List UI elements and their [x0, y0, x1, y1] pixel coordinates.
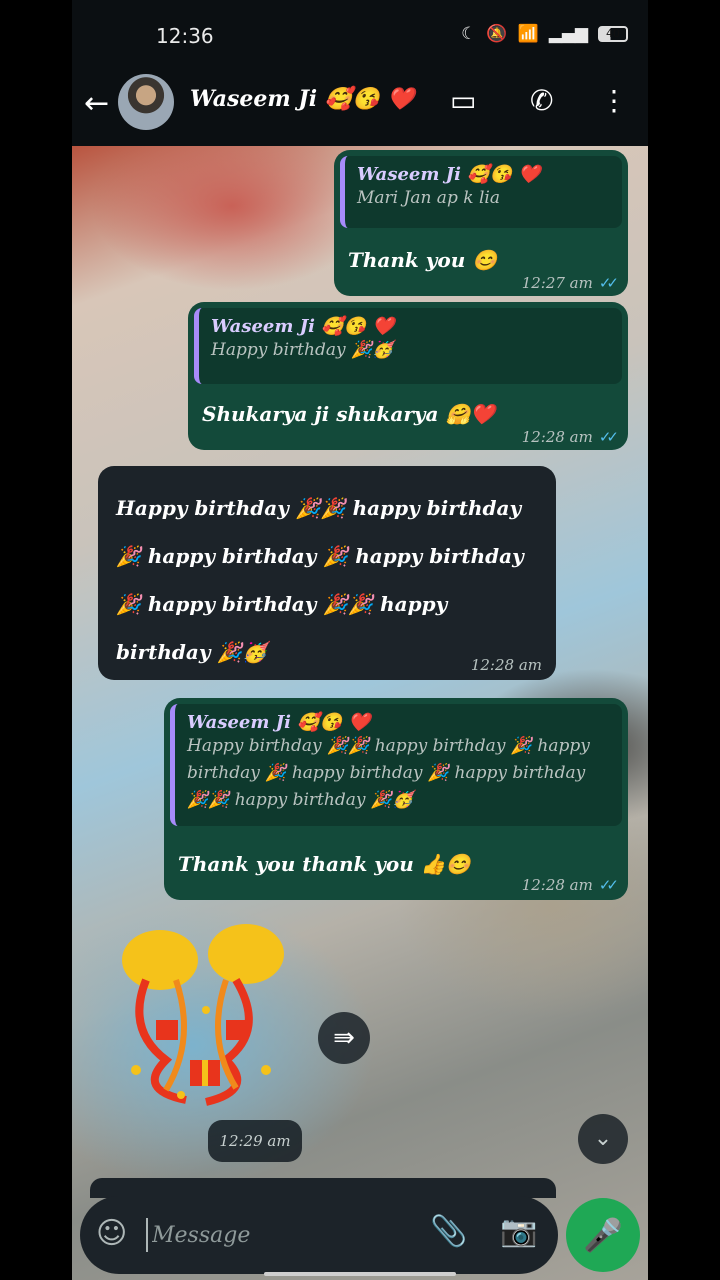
contact-name[interactable]: Waseem Ji 🥰😘 ❤️: [190, 86, 415, 112]
message-line: birthday 🎉🥳: [116, 640, 268, 664]
party-popper-sticker[interactable]: [106, 920, 296, 1110]
partial-incoming-message[interactable]: [90, 1178, 556, 1198]
message-time: 12:28 am: [521, 876, 593, 894]
message-text: Happy birthday 🎉🎉 happy birthday 🎉 happy…: [116, 484, 524, 676]
video-call-icon[interactable]: ▭: [450, 84, 476, 117]
message-time: 12:28 am: [470, 656, 542, 674]
read-ticks-icon: ✓✓: [598, 876, 619, 894]
quoted-line: 🎉🎉 happy birthday 🎉🥳: [187, 790, 414, 810]
quoted-line: Happy birthday 🎉🎉 happy birthday 🎉 happy: [187, 736, 590, 756]
status-time: 12:36: [156, 24, 214, 48]
voice-record-button[interactable]: 🎤: [566, 1198, 640, 1272]
camera-icon[interactable]: 📷: [500, 1214, 537, 1249]
quoted-reply[interactable]: Waseem Ji 🥰😘 ❤️ Mari Jan ap k lia: [340, 156, 622, 228]
message-meta: 12:28 am ✓✓: [521, 876, 619, 894]
battery-icon: 40: [598, 26, 628, 42]
quoted-sender: Waseem Ji 🥰😘 ❤️: [187, 712, 371, 733]
emoji-sticker-icon[interactable]: ☺: [96, 1216, 127, 1251]
read-ticks-icon: ✓✓: [598, 428, 619, 446]
message-meta: 12:28 am ✓✓: [521, 428, 619, 446]
home-indicator: [264, 1272, 456, 1276]
quoted-reply[interactable]: Waseem Ji 🥰😘 ❤️ Happy birthday 🎉🥳: [194, 308, 622, 384]
message-line: 🎉 happy birthday 🎉🎉 happy: [116, 592, 448, 616]
message-input[interactable]: [146, 1218, 416, 1252]
wifi-icon: 📶: [517, 24, 539, 44]
party-popper-icon: [122, 924, 284, 1106]
status-icons: ☾ 🔕 📶 ▂▄▆ 40: [461, 24, 628, 44]
message-text: Shukarya ji shukarya 🤗❤️: [202, 402, 496, 426]
incoming-message[interactable]: Happy birthday 🎉🎉 happy birthday 🎉 happy…: [98, 466, 556, 680]
attach-icon[interactable]: 📎: [430, 1214, 467, 1249]
message-text: Thank you thank you 👍😊: [178, 852, 471, 876]
outgoing-message[interactable]: Waseem Ji 🥰😘 ❤️ Happy birthday 🎉🥳 Shukar…: [188, 302, 628, 450]
chat-header: ← Waseem Ji 🥰😘 ❤️ ▭ ✆ ⋮: [72, 72, 648, 146]
sticker-time: 12:29 am: [208, 1120, 302, 1162]
outgoing-message[interactable]: Waseem Ji 🥰😘 ❤️ Mari Jan ap k lia Thank …: [334, 150, 628, 296]
message-time: 12:28 am: [521, 428, 593, 446]
back-arrow-icon[interactable]: ←: [84, 86, 109, 121]
contact-avatar[interactable]: [118, 74, 174, 130]
quoted-text: Mari Jan ap k lia: [357, 188, 500, 208]
outgoing-message[interactable]: Waseem Ji 🥰😘 ❤️ Happy birthday 🎉🎉 happy …: [164, 698, 628, 900]
mute-icon: 🔕: [486, 24, 508, 44]
quoted-line: birthday 🎉 happy birthday 🎉 happy birthd…: [187, 763, 586, 783]
status-bar: 12:36 ☾ 🔕 📶 ▂▄▆ 40: [72, 0, 648, 72]
voice-call-icon[interactable]: ✆: [530, 84, 553, 117]
message-line: 🎉 happy birthday 🎉 happy birthday: [116, 544, 524, 568]
message-meta: 12:27 am ✓✓: [521, 274, 619, 292]
phone-screen: 12:36 ☾ 🔕 📶 ▂▄▆ 40 ← Waseem Ji 🥰😘 ❤️ ▭ ✆…: [72, 0, 648, 1280]
quoted-sender: Waseem Ji 🥰😘 ❤️: [357, 164, 541, 185]
message-line: Happy birthday 🎉🎉 happy birthday: [116, 496, 522, 520]
forward-icon[interactable]: ⇛: [318, 1012, 370, 1064]
read-ticks-icon: ✓✓: [598, 274, 619, 292]
quoted-reply[interactable]: Waseem Ji 🥰😘 ❤️ Happy birthday 🎉🎉 happy …: [170, 704, 622, 826]
quoted-sender: Waseem Ji 🥰😘 ❤️: [211, 316, 395, 337]
dnd-moon-icon: ☾: [461, 24, 477, 44]
more-options-icon[interactable]: ⋮: [600, 84, 628, 117]
scroll-to-bottom-icon[interactable]: ⌄: [578, 1114, 628, 1164]
message-composer: ☺ 📎 📷: [80, 1196, 558, 1274]
quoted-text: Happy birthday 🎉🥳: [211, 340, 394, 360]
message-text: Thank you 😊: [348, 248, 498, 272]
signal-icon: ▂▄▆: [548, 24, 588, 44]
message-time: 12:27 am: [521, 274, 593, 292]
